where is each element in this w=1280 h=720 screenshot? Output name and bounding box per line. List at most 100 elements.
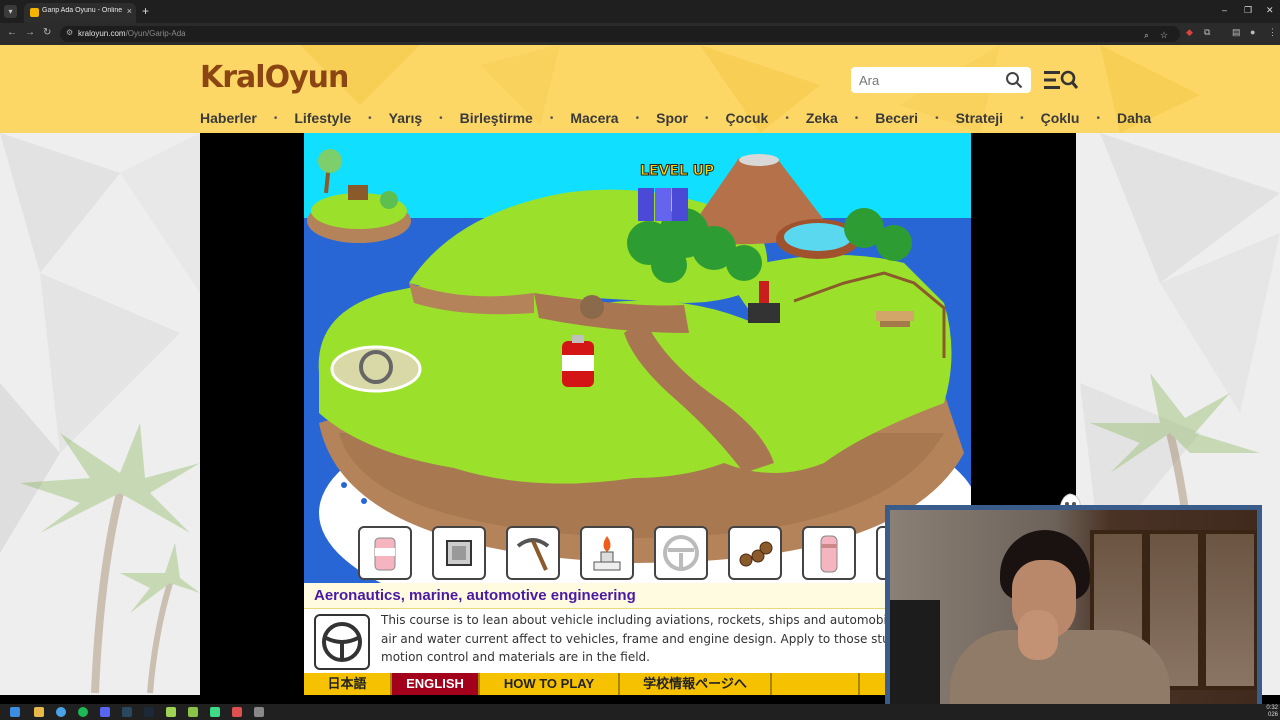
settings-icon[interactable] — [254, 707, 264, 717]
nav-item-macera[interactable]: Macera — [570, 110, 618, 126]
course-info-panel: Aeronautics, marine, automotive engineer… — [304, 583, 971, 673]
site-info-icon[interactable]: ⚙ — [66, 28, 73, 37]
crown-favicon-icon — [30, 8, 39, 17]
extensions-puzzle-icon[interactable]: ⧉ — [1204, 27, 1210, 38]
address-bar[interactable]: ⚙ kraloyun.com/Oyun/Garip-Ada ⌕ ☆ — [60, 26, 1180, 42]
minimize-icon[interactable]: – — [1222, 5, 1227, 15]
profile-icon[interactable]: ● — [1250, 27, 1255, 37]
burner-icon — [593, 536, 621, 571]
nav-item-yaris[interactable]: Yarış — [389, 110, 422, 126]
toolbar-item[interactable] — [728, 526, 782, 580]
nav-item-daha[interactable]: Daha — [1117, 110, 1151, 126]
browser-toolbar: ← → ↻ ⚙ kraloyun.com/Oyun/Garip-Ada ⌕ ☆ … — [0, 23, 1280, 45]
category-nav: Haberler • Lifestyle • Yarış • Birleştir… — [200, 108, 1151, 128]
nav-separator: • — [273, 112, 278, 124]
windows-taskbar: 0:32 026 — [0, 704, 1280, 720]
close-tab-icon[interactable]: × — [127, 6, 132, 16]
clock-time: 0:32 — [1266, 705, 1278, 711]
nav-item-beceri[interactable]: Beceri — [875, 110, 918, 126]
empty-lang-button[interactable] — [772, 673, 860, 695]
nav-item-zeka[interactable]: Zeka — [806, 110, 838, 126]
search-box — [851, 67, 1031, 93]
toolbar-item[interactable] — [580, 526, 634, 580]
nav-item-lifestyle[interactable]: Lifestyle — [294, 110, 351, 126]
site-logo[interactable]: KralOyun — [200, 60, 349, 95]
nav-item-strateji[interactable]: Strateji — [956, 110, 1003, 126]
toolbar-item[interactable] — [358, 526, 412, 580]
lang-japanese-button[interactable]: 日本語 — [304, 673, 392, 695]
nav-separator: • — [1096, 112, 1100, 124]
course-description: This course is to lean about vehicle inc… — [381, 613, 898, 664]
logo-text: KralOyun — [200, 60, 349, 95]
cabinet — [1202, 530, 1257, 690]
tab-title: Garip Ada Oyunu - Online ücre — [42, 7, 122, 14]
level-up-label[interactable]: LEVEL UP — [639, 163, 714, 180]
start-icon[interactable] — [10, 707, 20, 717]
toolbar-item[interactable] — [802, 526, 856, 580]
browser-menu-icon[interactable]: ⋮ — [1268, 27, 1277, 38]
url-text: kraloyun.com/Oyun/Garip-Ada — [78, 29, 186, 38]
toolbar-item[interactable] — [654, 526, 708, 580]
restore-icon[interactable]: ❐ — [1244, 5, 1252, 16]
nav-item-coklu[interactable]: Çoklu — [1041, 110, 1080, 126]
reload-icon[interactable]: ↻ — [43, 27, 51, 38]
how-to-play-button[interactable]: HOW TO PLAY — [480, 673, 620, 695]
discord-icon[interactable] — [100, 707, 110, 717]
nav-item-spor[interactable]: Spor — [656, 110, 688, 126]
clock[interactable]: 0:32 026 — [1266, 705, 1278, 719]
app-icon[interactable] — [210, 707, 220, 717]
tab-search-icon[interactable]: ▾ — [4, 5, 17, 18]
nav-separator: • — [439, 112, 443, 124]
extension-icon[interactable]: ◆ — [1186, 27, 1193, 38]
steam-icon[interactable] — [122, 707, 132, 717]
browser-tab-bar: ▾ Garip Ada Oyunu - Online ücre × + – ❐ … — [0, 0, 1280, 23]
bookmark-star-icon[interactable]: ☆ — [1160, 30, 1168, 41]
play-icon[interactable] — [166, 707, 176, 717]
canister-icon — [820, 535, 838, 573]
site-header: KralOyun Haberler • Lifestyle • — [0, 45, 1280, 133]
nav-item-cocuk[interactable]: Çocuk — [726, 110, 769, 126]
app-icon[interactable] — [188, 707, 198, 717]
webcam-overlay — [885, 505, 1262, 717]
toolbar-item[interactable] — [506, 526, 560, 580]
spotify-icon[interactable] — [78, 707, 88, 717]
file-explorer-icon[interactable] — [34, 707, 44, 717]
island-scene — [307, 149, 971, 583]
nav-item-haberler[interactable]: Haberler — [200, 110, 257, 126]
nav-separator: • — [854, 112, 859, 124]
steering-wheel-icon — [322, 622, 362, 662]
nav-separator: • — [635, 112, 640, 124]
search-icon[interactable] — [1005, 71, 1023, 89]
back-icon[interactable]: ← — [7, 27, 17, 38]
url-domain: kraloyun.com — [78, 29, 126, 38]
app-icon[interactable] — [232, 707, 242, 717]
nav-separator: • — [549, 112, 554, 124]
course-title: Aeronautics, marine, automotive engineer… — [304, 583, 971, 609]
steering-wheel-icon — [663, 535, 699, 571]
close-window-icon[interactable]: ✕ — [1266, 5, 1274, 16]
school-info-button[interactable]: 学校情報ページへ — [620, 673, 772, 695]
person-hand — [1018, 610, 1058, 660]
new-tab-button[interactable]: + — [142, 4, 149, 18]
zoom-icon[interactable]: ⌕ — [1144, 30, 1149, 41]
sidebar-icon[interactable]: ▤ — [1232, 27, 1241, 38]
game-canvas[interactable]: LEVEL UP — [304, 133, 971, 583]
language-bar: 日本語 ENGLISH HOW TO PLAY 学校情報ページへ — [304, 673, 971, 695]
steam-icon[interactable] — [144, 707, 154, 717]
chrome-icon[interactable] — [56, 707, 66, 717]
nav-item-birlestirme[interactable]: Birleştirme — [460, 110, 533, 126]
nav-separator: • — [705, 112, 709, 124]
menu-search-icon[interactable] — [1044, 69, 1078, 91]
pickaxe-icon — [516, 538, 550, 571]
nav-separator: • — [785, 112, 789, 124]
nav-separator: • — [935, 112, 939, 124]
logs-icon — [739, 541, 773, 567]
forward-icon[interactable]: → — [25, 27, 35, 38]
toolbar-item[interactable] — [432, 526, 486, 580]
nav-separator: • — [1020, 112, 1024, 124]
screen: ▾ Garip Ada Oyunu - Online ücre × + – ❐ … — [0, 0, 1280, 720]
course-icon — [314, 614, 370, 670]
lang-english-button[interactable]: ENGLISH — [392, 673, 480, 695]
search-input[interactable] — [859, 71, 999, 89]
browser-tab[interactable]: Garip Ada Oyunu - Online ücre × — [24, 3, 136, 23]
